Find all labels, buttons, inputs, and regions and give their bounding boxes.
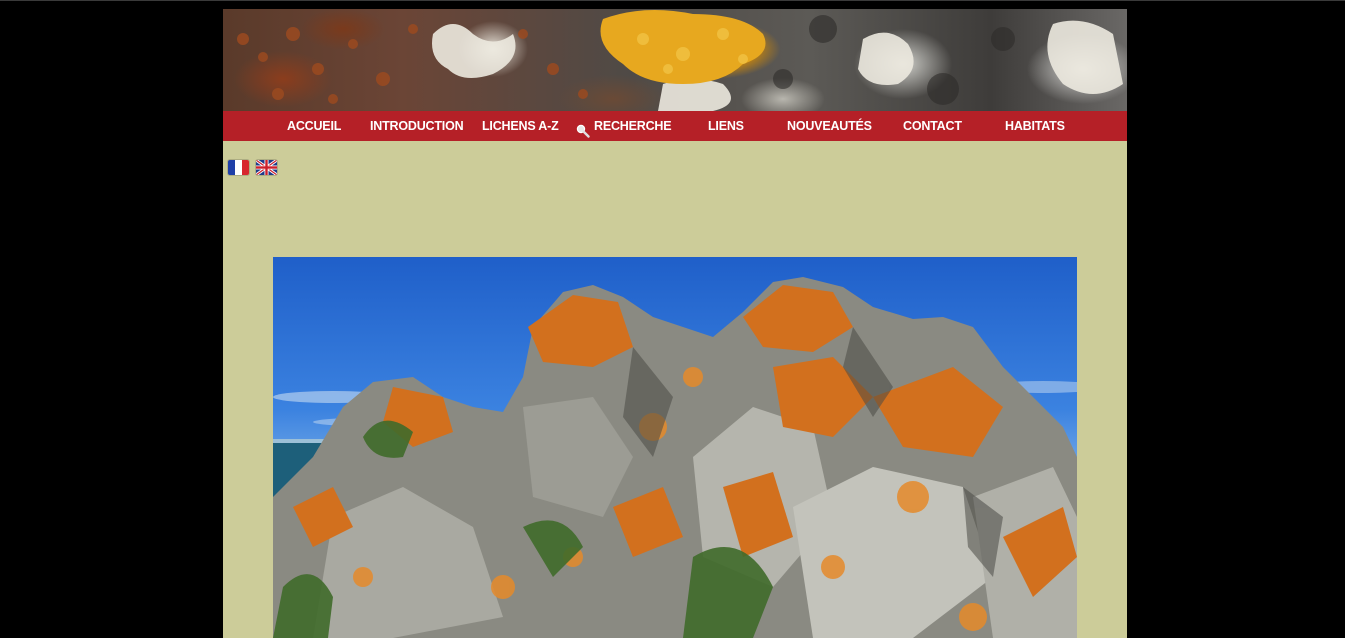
nav-accueil[interactable]: ACCUEIL — [287, 111, 341, 141]
nav-label: ACCUEIL — [287, 119, 342, 133]
nav-nouveautes[interactable]: NOUVEAUTÉS — [787, 111, 872, 141]
language-switcher — [228, 160, 277, 175]
nav-habitats[interactable]: HABITATS — [1005, 111, 1065, 141]
photo-illustration — [273, 277, 1077, 638]
french-flag-icon[interactable] — [228, 160, 249, 175]
banner-texture — [237, 10, 1123, 111]
nav-contact[interactable]: CONTACT — [903, 111, 962, 141]
lichen-covered-rocks-photo — [273, 257, 1077, 638]
nav-label: INTRODUCTION — [370, 119, 464, 133]
nav-lichens-a-z[interactable]: LICHENS A-Z — [482, 111, 559, 141]
magnifier-icon — [576, 119, 590, 138]
lichen-banner-image — [223, 9, 1127, 111]
nav-label: LIENS — [708, 119, 744, 133]
page-container: ACCUEIL INTRODUCTION LICHENS A-Z RECHERC… — [223, 9, 1127, 638]
nav-liens[interactable]: LIENS — [708, 111, 744, 141]
nav-label: HABITATS — [1005, 119, 1065, 133]
uk-flag-icon[interactable] — [256, 160, 277, 175]
nav-recherche[interactable]: RECHERCHE — [576, 111, 672, 141]
nav-label: LICHENS A-Z — [482, 119, 559, 133]
nav-introduction[interactable]: INTRODUCTION — [370, 111, 464, 141]
nav-label: CONTACT — [903, 119, 962, 133]
nav-label: RECHERCHE — [594, 119, 672, 133]
main-nav: ACCUEIL INTRODUCTION LICHENS A-Z RECHERC… — [223, 111, 1127, 141]
top-border — [0, 0, 1345, 1]
nav-label: NOUVEAUTÉS — [787, 119, 872, 133]
